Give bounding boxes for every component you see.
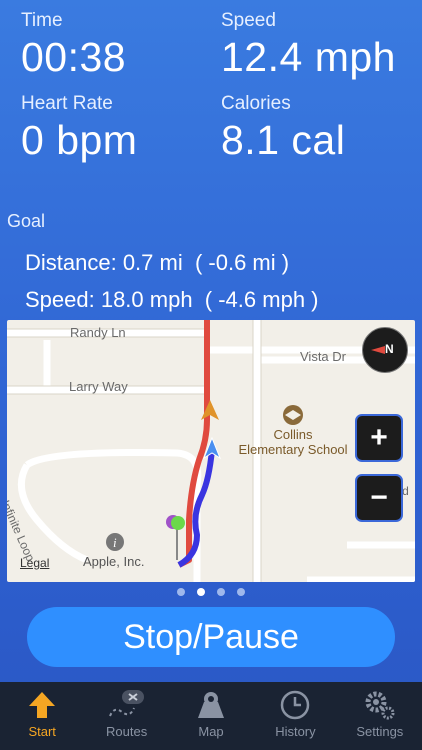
stat-time: Time 00:38: [21, 10, 126, 81]
svg-text:i: i: [113, 535, 117, 550]
stat-speed: Speed 12.4 mph: [221, 10, 396, 81]
goal-label: Goal: [7, 211, 46, 231]
street-vista: Vista Dr: [300, 349, 346, 364]
stat-heart-rate-label: Heart Rate: [21, 93, 113, 114]
tab-map[interactable]: Map: [169, 682, 253, 750]
tab-settings-label: Settings: [356, 724, 404, 739]
gear-icon: [365, 691, 395, 720]
map-roads: i: [7, 320, 415, 582]
tab-history[interactable]: History: [253, 682, 337, 750]
tab-settings[interactable]: Settings: [338, 682, 422, 750]
stat-calories: Calories 8.1 cal: [221, 93, 345, 164]
page-indicator[interactable]: [0, 588, 422, 596]
tab-start-label: Start: [28, 724, 56, 739]
tab-routes[interactable]: Routes: [84, 682, 168, 750]
route-icon: [108, 690, 144, 717]
stat-calories-label: Calories: [221, 93, 291, 114]
route-map[interactable]: i Randy Ln Vista Dr Larry Way Infinite L…: [7, 320, 415, 582]
tab-routes-label: Routes: [106, 724, 148, 739]
page-dot[interactable]: [177, 588, 185, 596]
stat-speed-label: Speed: [221, 10, 276, 31]
compass-button[interactable]: N: [362, 327, 408, 373]
zoom-in-button[interactable]: +: [355, 414, 403, 462]
clock-icon: [281, 690, 310, 720]
stat-calories-value: 8.1 cal: [221, 117, 346, 163]
start-pin-green: [171, 516, 185, 530]
map-pin-icon: [198, 692, 225, 718]
tab-history-label: History: [275, 724, 316, 739]
legal-link[interactable]: Legal: [20, 556, 49, 570]
tab-bar: Start Routes Map History Settings: [0, 682, 422, 750]
goal-distance: Distance: 0.7 mi ( -0.6 mi ): [25, 250, 290, 275]
poi-school[interactable]: Collins Elementary School: [233, 427, 353, 457]
goal-speed: Speed: 18.0 mph ( -4.6 mph ): [25, 287, 319, 312]
street-randy: Randy Ln: [70, 325, 126, 340]
stop-pause-button[interactable]: Stop/Pause: [27, 607, 395, 667]
street-larry: Larry Way: [69, 379, 128, 394]
stat-speed-value: 12.4 mph: [221, 34, 396, 80]
zoom-out-button[interactable]: −: [355, 474, 403, 522]
tab-start[interactable]: Start: [0, 682, 84, 750]
page-dot[interactable]: [237, 588, 245, 596]
stat-heart-rate-value: 0 bpm: [21, 117, 138, 163]
page-dot-active[interactable]: [197, 588, 205, 596]
tab-map-label: Map: [198, 724, 224, 739]
page-dot[interactable]: [217, 588, 225, 596]
stat-time-label: Time: [21, 10, 63, 31]
arrow-up-icon: [29, 692, 56, 718]
poi-apple[interactable]: Apple, Inc.: [83, 554, 144, 569]
compass-label: N: [385, 342, 394, 356]
stat-heart-rate: Heart Rate 0 bpm: [21, 93, 137, 164]
stat-time-value: 00:38: [21, 34, 127, 80]
